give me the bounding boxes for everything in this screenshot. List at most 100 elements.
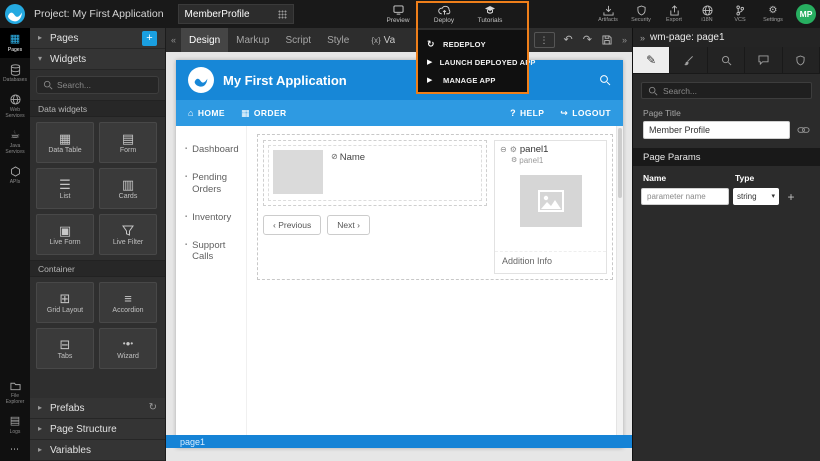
widget-tile-accordion[interactable]: ≡ Accordion bbox=[99, 282, 157, 323]
list-template[interactable]: ⊘ Name bbox=[263, 140, 487, 206]
side-nav-dashboard[interactable]: ▪ Dashboard bbox=[176, 136, 246, 164]
tutorials-button[interactable]: Tutorials bbox=[473, 5, 507, 24]
i18n-button[interactable]: i18N bbox=[694, 5, 720, 23]
collapse-panel-icon[interactable]: ⊖ bbox=[500, 146, 507, 154]
param-name-input[interactable] bbox=[641, 188, 729, 205]
app-header[interactable]: My First Application bbox=[176, 60, 623, 100]
widget-tile-grid-layout[interactable]: ⊞ Grid Layout bbox=[36, 282, 94, 323]
app-search-icon[interactable] bbox=[599, 74, 611, 86]
rail-item-logs[interactable]: ▤ Logs bbox=[0, 410, 30, 440]
panel1-widget[interactable]: ⊖ ⚙ panel1 ⚙ panel1 bbox=[494, 140, 607, 274]
collapse-left-panel-button[interactable]: « bbox=[166, 35, 181, 45]
widget-tile-tabs[interactable]: ⊟ Tabs bbox=[36, 328, 94, 369]
nav-item-help[interactable]: ? HELP bbox=[510, 108, 544, 118]
widget-tile-label: List bbox=[60, 193, 71, 200]
side-nav-pending-orders[interactable]: ▪ Pending Orders bbox=[176, 164, 246, 204]
next-page-button[interactable]: Next › bbox=[327, 215, 370, 235]
widget-tile-list[interactable]: ☰ List bbox=[36, 168, 94, 209]
rail-item-pages[interactable]: ▦ Pages bbox=[0, 28, 30, 58]
tab-properties[interactable]: ✎ bbox=[633, 47, 670, 73]
settings-button[interactable]: ⚙ Settings bbox=[760, 5, 786, 23]
security-button[interactable]: Security bbox=[628, 5, 654, 23]
tab-script[interactable]: Script bbox=[278, 28, 320, 52]
panel1-header[interactable]: ⊖ ⚙ panel1 bbox=[495, 141, 606, 156]
widget-tile-data-table[interactable]: ▦ Data Table bbox=[36, 122, 94, 163]
pages-section-header[interactable]: ▸ Pages + bbox=[30, 28, 165, 49]
previous-page-button[interactable]: ‹ Previous bbox=[263, 215, 321, 235]
side-nav-support-calls[interactable]: ▪ Support Calls bbox=[176, 232, 246, 272]
current-page-label[interactable]: page1 bbox=[180, 437, 205, 447]
widget-tile-live-filter[interactable]: Live Filter bbox=[99, 214, 157, 255]
nav-item-home[interactable]: ⌂ HOME bbox=[188, 108, 225, 118]
rail-item-file-explorer[interactable]: File Explorer bbox=[0, 374, 30, 410]
refresh-prefabs-icon[interactable]: ↻ bbox=[149, 403, 157, 413]
properties-search-input[interactable] bbox=[663, 86, 805, 96]
add-page-button[interactable]: + bbox=[142, 31, 157, 46]
add-param-button[interactable]: + bbox=[783, 189, 799, 205]
param-type-select[interactable]: string ▾ bbox=[733, 188, 779, 205]
widget-search-input[interactable] bbox=[57, 80, 152, 90]
left-panel-bottom-sections: ▸ Prefabs ↻ ▸ Page Structure ▸ Variables bbox=[30, 398, 165, 461]
params-column-type: Type bbox=[735, 173, 754, 183]
deploy-button[interactable]: Deploy bbox=[427, 5, 461, 24]
user-avatar[interactable]: MP bbox=[796, 4, 816, 24]
tab-events[interactable] bbox=[745, 47, 782, 73]
widget-tile-form[interactable]: ▤ Form bbox=[99, 122, 157, 163]
tab-style[interactable]: Style bbox=[319, 28, 357, 52]
tab-search[interactable] bbox=[708, 47, 745, 73]
image-placeholder[interactable] bbox=[520, 175, 582, 227]
export-button[interactable]: Export bbox=[661, 5, 687, 23]
panel1-title: panel1 bbox=[520, 144, 549, 155]
rail-item-web-services[interactable]: Web Services bbox=[0, 88, 30, 124]
launch-deployed-app-menu-item[interactable]: ▶ LAUNCH DEPLOYED APP bbox=[418, 53, 527, 71]
tab-markup[interactable]: Markup bbox=[228, 28, 277, 52]
rail-item-databases[interactable]: Databases bbox=[0, 58, 30, 88]
member-picture-placeholder[interactable] bbox=[273, 150, 323, 194]
page-title-input[interactable] bbox=[643, 121, 790, 139]
panel-chevron-icon[interactable]: » bbox=[640, 33, 645, 43]
collapse-right-panel-button[interactable]: » bbox=[617, 35, 632, 45]
list-item-template[interactable]: ⊘ Name bbox=[268, 145, 482, 201]
widgets-section-header[interactable]: ▾ Widgets bbox=[30, 49, 165, 70]
rail-item-apis[interactable]: APIs bbox=[0, 160, 30, 190]
tab-styles[interactable] bbox=[670, 47, 707, 73]
apps-grid-icon[interactable] bbox=[278, 10, 287, 19]
page-content-container[interactable]: ⊘ Name ‹ Previous Next › bbox=[257, 134, 613, 280]
name-field[interactable]: ⊘ Name bbox=[331, 150, 365, 196]
page-artboard[interactable]: My First Application ⌂ HOME ▦ ORDER bbox=[176, 60, 623, 448]
page-structure-section-header[interactable]: ▸ Page Structure bbox=[30, 419, 165, 440]
undo-button[interactable]: ↶ bbox=[559, 35, 578, 46]
wavemaker-logo-icon[interactable] bbox=[4, 3, 26, 25]
widget-tile-cards[interactable]: ▥ Cards bbox=[99, 168, 157, 209]
more-menu-button[interactable]: ⋮ bbox=[534, 32, 555, 48]
page-structure-section-label: Page Structure bbox=[50, 424, 117, 435]
widget-tile-live-form[interactable]: ▣ Live Form bbox=[36, 214, 94, 255]
variables-section-header[interactable]: ▸ Variables bbox=[30, 440, 165, 461]
redo-button[interactable]: ↷ bbox=[578, 35, 597, 46]
bind-link-icon[interactable] bbox=[797, 126, 810, 134]
pages-icon: ▦ bbox=[10, 33, 20, 46]
widget-tile-wizard[interactable]: •●• Wizard bbox=[99, 328, 157, 369]
artifacts-button[interactable]: Artifacts bbox=[595, 5, 621, 23]
tab-design[interactable]: Design bbox=[181, 28, 228, 52]
vcs-button[interactable]: VCS bbox=[727, 5, 753, 23]
variables-button[interactable]: {x} Va bbox=[371, 35, 395, 46]
nav-item-logout[interactable]: ↪ LOGOUT bbox=[560, 108, 611, 118]
preview-label: Preview bbox=[386, 17, 409, 24]
scrollbar-thumb[interactable] bbox=[618, 128, 622, 198]
redeploy-menu-item[interactable]: ↻ REDEPLOY bbox=[418, 35, 527, 53]
preview-button[interactable]: Preview bbox=[381, 5, 415, 24]
nav-help-label: HELP bbox=[520, 108, 544, 118]
canvas-scrollbar[interactable] bbox=[616, 126, 623, 448]
manage-app-menu-item[interactable]: ▶ MANAGE APP bbox=[418, 71, 527, 89]
save-button[interactable] bbox=[597, 35, 617, 45]
panel-settings-gear-icon[interactable]: ⚙ bbox=[510, 146, 517, 154]
nav-item-order[interactable]: ▦ ORDER bbox=[241, 108, 287, 118]
list-widget[interactable]: ⊘ Name ‹ Previous Next › bbox=[263, 140, 487, 274]
prefabs-section-header[interactable]: ▸ Prefabs ↻ bbox=[30, 398, 165, 419]
more-options-icon[interactable]: ⋯ bbox=[0, 440, 30, 459]
tab-security[interactable] bbox=[783, 47, 820, 73]
side-nav-inventory[interactable]: ▪ Inventory bbox=[176, 204, 246, 232]
page-tab-memberprofile[interactable]: MemberProfile bbox=[178, 4, 294, 24]
rail-item-java-services[interactable]: ☕ Java Services bbox=[0, 124, 30, 160]
